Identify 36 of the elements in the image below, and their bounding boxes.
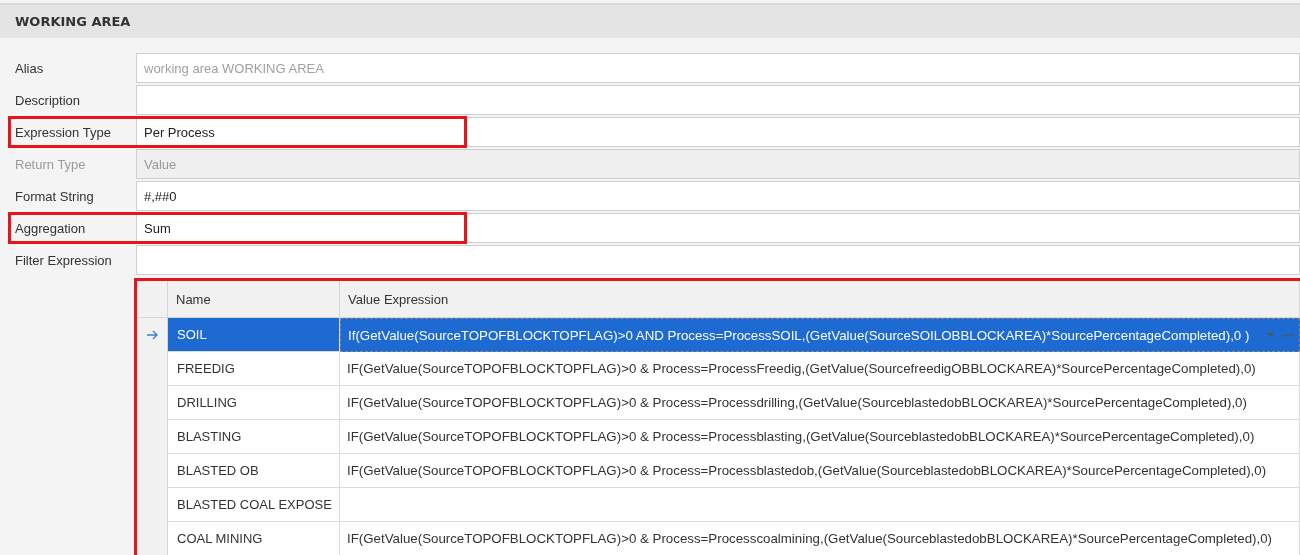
table-cell: COAL MINING — [168, 522, 340, 555]
caret-icon[interactable] — [1267, 333, 1274, 337]
panel-title: WORKING AREA — [15, 14, 131, 29]
table-cell: IF(GetValue(SourceTOPOFBLOCKTOPFLAG)>0 & Process=ProcessFreedig,(GetValue(SourcefreedigOBBLOCKAREA)*SourcePercentageCompleted),0) — [340, 352, 1300, 386]
field-label: Format String — [14, 188, 95, 204]
field-label: Filter Expression — [14, 252, 113, 268]
table-cell: BLASTED OB — [168, 454, 340, 488]
table-cell: IF(GetValue(SourceTOPOFBLOCKTOPFLAG)>0 & Process=Processdrilling,(GetValue(SourceblastedobBLOCKAREA)*SourcePercentageCompleted),0) — [340, 386, 1300, 420]
field-label: Alias — [14, 60, 45, 76]
expression-editor[interactable]: If(GetValue(SourceTOPOFBLOCKTOPFLAG)>0 AND Process=ProcessSOIL,(GetValue(SourceSOILOBBLOCKAREA)*SourcePercentageCompleted),0 ) — [340, 318, 1300, 352]
table-cell: DRILLING — [168, 386, 340, 420]
header-corner — [137, 281, 168, 318]
row-indicator[interactable] — [137, 522, 168, 555]
table-cell: IF(GetValue(SourceTOPOFBLOCKTOPFLAG)>0 & Process=Processblasting,(GetValue(SourceblastedobBLOCKAREA)*SourcePercentageCompleted),0) — [340, 420, 1300, 454]
field-label: Description — [14, 92, 82, 108]
input-field[interactable]: #,##0 — [136, 181, 1300, 211]
table-cell: BLASTED COAL EXPOSE — [168, 488, 340, 522]
field-label: Aggregation — [14, 220, 87, 236]
table-cell: BLASTING — [168, 420, 340, 454]
input-field[interactable]: Per Process — [136, 117, 1300, 147]
table-cell: FREEDIG — [168, 352, 340, 386]
field-label: Expression Type — [14, 124, 112, 140]
ellipsis-icon[interactable] — [1282, 333, 1293, 337]
column-header[interactable]: Value Expression — [340, 281, 1300, 318]
column-header[interactable]: Name — [168, 281, 340, 318]
table-cell: IF(GetValue(SourceTOPOFBLOCKTOPFLAG)>0 & Process=Processblastedob,(GetValue(SourceblastedobBLOCKAREA)*SourcePercentageCompleted),0) — [340, 454, 1300, 488]
table-cell: IF(GetValue(SourceTOPOFBLOCKTOPFLAG)>0 & Process=Processcoalmining,(GetValue(SourceblastedobBLOCKAREA)*SourcePercentageCompleted),0) — [340, 522, 1300, 555]
field-label: Return Type — [14, 156, 87, 172]
table-cell: SOIL — [168, 318, 340, 352]
row-indicator[interactable] — [137, 318, 168, 352]
expression-text: If(GetValue(SourceTOPOFBLOCKTOPFLAG)>0 AND Process=ProcessSOIL,(GetValue(SourceSOILOBBLOCKAREA)*SourcePercentageCompleted),0 ) — [348, 327, 1251, 343]
arrow-icon — [145, 330, 159, 340]
input-field[interactable] — [136, 245, 1300, 275]
input-field[interactable]: working area WORKING AREA — [136, 53, 1300, 83]
input-field[interactable] — [136, 85, 1300, 115]
input-field[interactable]: Sum — [136, 213, 1300, 243]
